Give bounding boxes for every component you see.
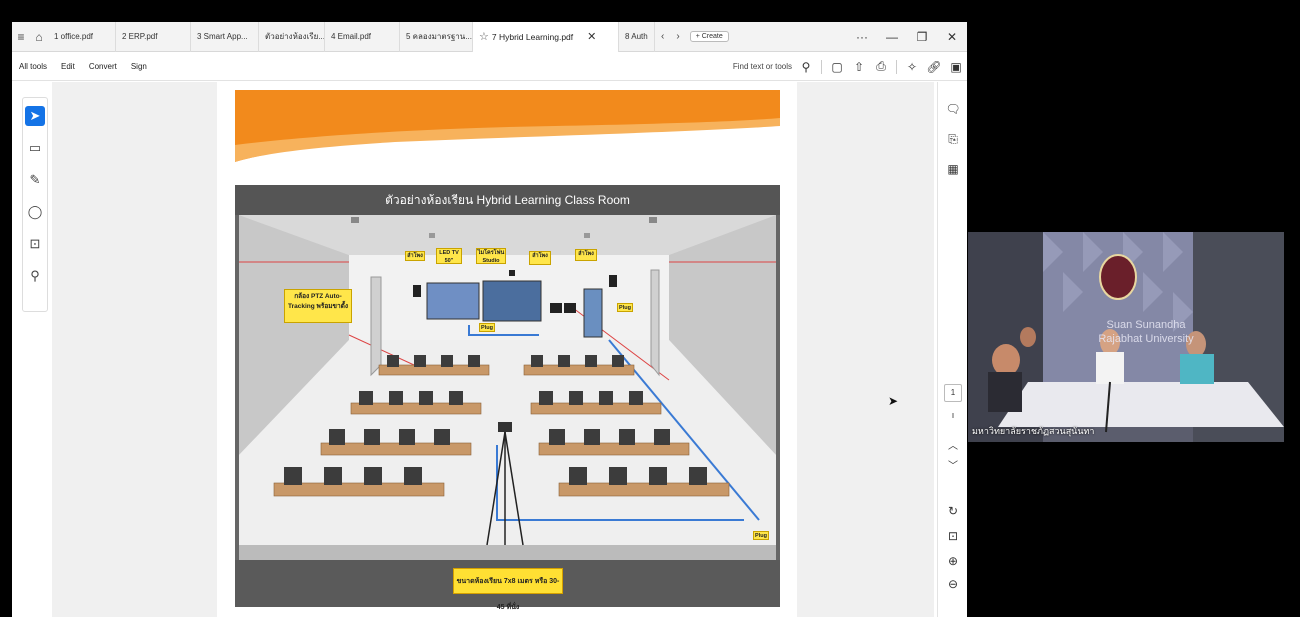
- tab-standard[interactable]: 5 คลองมาตรฐาน...: [400, 22, 473, 52]
- tab-label: ตัวอย่างห้องเรีย...: [265, 32, 325, 41]
- minimize-icon[interactable]: —: [877, 30, 907, 44]
- ai-assistant-icon[interactable]: ✧: [901, 60, 923, 74]
- menu-all-tools[interactable]: All tools: [12, 62, 54, 71]
- restore-icon[interactable]: ❐: [907, 30, 937, 44]
- divider: [821, 59, 822, 74]
- university-wall-text: Suan Sunandha Rajabhat University: [1086, 318, 1206, 346]
- wall-text-line: Rajabhat University: [1098, 333, 1194, 345]
- home-icon[interactable]: ⌂: [30, 30, 48, 44]
- plug-tag: Plug: [479, 323, 495, 332]
- page-view-icon[interactable]: ▢: [826, 60, 848, 74]
- thumbnails-icon[interactable]: ▦: [938, 162, 967, 176]
- stamp-icon[interactable]: ⚲: [25, 266, 45, 286]
- refresh-icon[interactable]: ↻: [938, 504, 967, 518]
- pen-icon[interactable]: ✎: [25, 170, 45, 190]
- comments-panel-icon[interactable]: 🗨︎: [938, 102, 967, 116]
- tab-smart-app[interactable]: 3 Smart App...: [191, 22, 259, 52]
- video-feed: Suan Sunandha Rajabhat University มหาวิท…: [968, 232, 1284, 442]
- room-size-label: ขนาดห้องเรียน 7x8 เมตร หรือ 30-45 ที่นั่…: [453, 568, 563, 611]
- tab-erp[interactable]: 2 ERP.pdf: [116, 22, 191, 52]
- select-cursor-icon[interactable]: ➤: [25, 106, 45, 126]
- menu-sign[interactable]: Sign: [124, 62, 154, 71]
- tab-label: 2 ERP.pdf: [122, 32, 158, 41]
- video-caption: มหาวิทยาลัยราชภัฏสวนสุนันทา: [972, 426, 1095, 436]
- link-icon[interactable]: 🔗︎: [923, 60, 945, 74]
- tab-label: 3 Smart App...: [197, 32, 248, 41]
- close-window-icon[interactable]: ✕: [937, 30, 967, 44]
- speaker-tag: ลำโพง: [575, 249, 597, 261]
- led-tv-tag: LED TV 50": [436, 248, 462, 264]
- orange-header-graphic: [235, 90, 780, 162]
- menu-icon[interactable]: ≡: [12, 30, 30, 44]
- left-tool-rail: ➤ ▭ ✎ ◯ ⊡ ⚲: [22, 97, 48, 312]
- plug-tag: Plug: [617, 303, 633, 312]
- pdf-page: ตัวอย่างห้องเรียน Hybrid Learning Class …: [217, 82, 797, 617]
- tab-label: 7 Hybrid Learning.pdf: [491, 31, 574, 42]
- search-icon[interactable]: ⚲: [795, 60, 817, 74]
- menu-convert[interactable]: Convert: [82, 62, 124, 71]
- save-icon[interactable]: ▣: [945, 60, 967, 74]
- zoom-out-icon[interactable]: ⊖: [938, 577, 967, 591]
- text-box-icon[interactable]: ⊡: [25, 234, 45, 254]
- find-text-label[interactable]: Find text or tools: [733, 62, 795, 71]
- tab-email[interactable]: 4 Email.pdf: [325, 22, 400, 52]
- divider: [896, 59, 897, 74]
- tab-label: 5 คลองมาตรฐาน...: [406, 32, 472, 41]
- page-divider: ı: [951, 410, 955, 420]
- tab-sample-room[interactable]: ตัวอย่างห้องเรีย...: [259, 22, 325, 52]
- comment-icon[interactable]: ▭: [25, 138, 45, 158]
- more-options-icon[interactable]: ···: [847, 30, 877, 44]
- slide-footer: ขนาดห้องเรียน 7x8 เมตร หรือ 30-45 ที่นั่…: [235, 560, 780, 611]
- acrobat-window: ≡ ⌂ 1 office.pdf 2 ERP.pdf 3 Smart App..…: [12, 22, 967, 617]
- speaker-tag: ลำโพง: [405, 251, 425, 261]
- tab-scroll-left-icon[interactable]: ‹: [655, 31, 670, 42]
- classroom-slide: ตัวอย่างห้องเรียน Hybrid Learning Class …: [235, 185, 780, 611]
- create-button[interactable]: + Create: [689, 31, 729, 42]
- print-icon[interactable]: ⎙: [870, 59, 892, 74]
- fit-page-icon[interactable]: ⊡: [938, 529, 967, 543]
- room-drawing: [239, 215, 776, 560]
- chevron-down-icon[interactable]: ﹀: [938, 457, 967, 472]
- zoom-in-icon[interactable]: ⊕: [938, 554, 967, 568]
- speaker-tag: ลำโพง: [529, 251, 551, 265]
- tab-auth[interactable]: 8 Auth: [619, 22, 655, 52]
- studio-mic-tag: ไมโครโฟน Studio: [476, 248, 506, 264]
- tab-hybrid-learning[interactable]: ☆ 7 Hybrid Learning.pdf ✕: [473, 22, 619, 52]
- star-icon[interactable]: ☆: [479, 30, 489, 43]
- mouse-cursor-icon: ➤: [888, 394, 899, 408]
- right-tool-rail: 🗨︎ ⎘ ▦ 1 ı ︿ ﹀ ↻ ⊡ ⊕ ⊖: [937, 82, 967, 617]
- close-tab-icon[interactable]: ✕: [587, 30, 596, 43]
- tab-label: 1 office.pdf: [54, 32, 93, 41]
- plug-tag: Plug: [753, 531, 769, 540]
- chevron-up-icon[interactable]: ︿: [938, 437, 967, 452]
- wall-text-line: Suan Sunandha: [1106, 319, 1186, 331]
- tab-scroll-right-icon[interactable]: ›: [670, 31, 685, 42]
- tab-label: 4 Email.pdf: [331, 32, 372, 41]
- page-number-field[interactable]: 1: [944, 384, 962, 402]
- slide-title: ตัวอย่างห้องเรียน Hybrid Learning Class …: [235, 185, 780, 215]
- document-area[interactable]: ตัวอย่างห้องเรียน Hybrid Learning Class …: [52, 82, 934, 617]
- ptz-camera-label: กล้อง PTZ Auto-Tracking พร้อมขาตั้ง: [284, 289, 352, 323]
- menu-edit[interactable]: Edit: [54, 62, 82, 71]
- bookmark-icon[interactable]: ⎘: [938, 132, 967, 147]
- tab-bar: ≡ ⌂ 1 office.pdf 2 ERP.pdf 3 Smart App..…: [12, 22, 967, 52]
- lasso-icon[interactable]: ◯: [25, 202, 45, 222]
- classroom-illustration: กล้อง PTZ Auto-Tracking พร้อมขาตั้ง ลำโพ…: [239, 215, 776, 560]
- tab-label: 8 Auth: [625, 32, 648, 41]
- tab-office[interactable]: 1 office.pdf: [48, 22, 116, 52]
- cloud-upload-icon[interactable]: ⇧: [848, 60, 870, 74]
- toolbar: All tools Edit Convert Sign Find text or…: [12, 53, 967, 81]
